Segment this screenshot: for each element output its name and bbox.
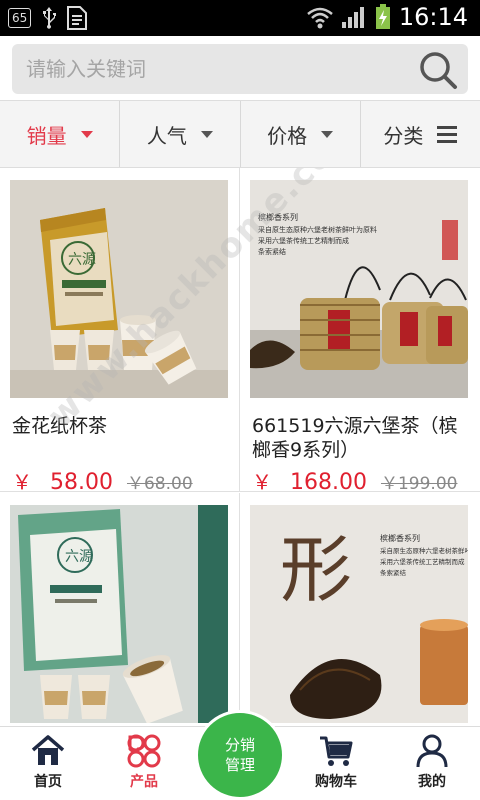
center-button-line1: 分销 <box>224 736 255 754</box>
price-row: ￥ 168.00 ￥199.00 <box>252 466 457 495</box>
original-price: ￥199.00 <box>380 474 458 494</box>
tab-category-label: 分类 <box>383 123 424 148</box>
nav-cart[interactable]: 购物车 <box>288 733 384 791</box>
status-right: 16:14 <box>307 3 468 31</box>
nav-products-label: 产品 <box>130 774 158 790</box>
product-card[interactable]: 槟榔香系列 采自原生态原种六堡老树茶鲜叶为原料 采用六堡茶传统工艺精制而成 条索… <box>240 168 480 495</box>
product-card[interactable]: 形 槟榔香系列 采自原生态原种六堡老树茶鲜叶为原料 采用六堡茶传统工艺精制而成 … <box>240 493 480 724</box>
tab-category[interactable]: 分类 <box>361 101 480 167</box>
search-box[interactable] <box>12 44 468 94</box>
tab-popularity[interactable]: 人气 <box>120 101 241 167</box>
original-price: ￥68.00 <box>126 474 193 494</box>
tab-popularity-label: 人气 <box>146 123 187 148</box>
tab-sales-label: 销量 <box>26 123 67 148</box>
price-row: ￥ 58.00 ￥68.00 <box>12 466 193 495</box>
product-card[interactable]: 六源 <box>0 493 240 724</box>
tab-price[interactable]: 价格 <box>241 101 361 167</box>
clock: 16:14 <box>398 3 468 31</box>
nav-mine-label: 我的 <box>418 774 446 790</box>
brand-text-2: 六源 <box>65 549 93 565</box>
image-desc-text: 采自原生态原种六堡老树茶鲜叶为原料 <box>258 225 377 234</box>
usb-icon <box>43 7 57 29</box>
search-input[interactable] <box>26 44 406 94</box>
battery-charging-icon <box>375 4 390 29</box>
brand-text: 六源 <box>68 252 96 268</box>
home-icon <box>31 735 65 765</box>
product-image[interactable]: 形 槟榔香系列 采自原生态原种六堡老树茶鲜叶为原料 采用六堡茶传统工艺精制而成 … <box>250 505 468 723</box>
wifi-icon <box>307 7 333 29</box>
signal-icon <box>341 7 364 28</box>
products-grid-icon <box>127 734 161 768</box>
image-desc-text-6: 条索紧结 <box>380 568 407 577</box>
status-bar: 65 16:14 <box>0 0 480 36</box>
currency-symbol: ￥ <box>12 470 32 494</box>
user-icon <box>416 734 448 768</box>
nav-cart-label: 购物车 <box>315 774 357 790</box>
menu-icon <box>437 125 458 143</box>
product-image[interactable]: 槟榔香系列 采自原生态原种六堡老树茶鲜叶为原料 采用六堡茶传统工艺精制而成 条索… <box>250 180 468 398</box>
calligraphy-text: 形 <box>280 528 352 612</box>
product-price: 168.00 <box>290 470 367 495</box>
currency-symbol: ￥ <box>252 470 272 494</box>
product-image[interactable]: 六源 <box>10 180 228 398</box>
dropdown-arrow-icon <box>200 130 213 138</box>
dropdown-arrow-icon <box>321 130 334 138</box>
search-icon[interactable] <box>418 50 458 90</box>
document-icon <box>67 6 88 30</box>
nav-home[interactable]: 首页 <box>0 733 96 791</box>
status-left: 65 <box>8 6 88 30</box>
product-card[interactable]: 六源 金花纸杯茶 ￥ 58.00 ￥68.00 <box>0 168 240 495</box>
notification-badge: 65 <box>8 8 32 28</box>
product-image[interactable]: 六源 <box>10 505 228 723</box>
nav-mine[interactable]: 我的 <box>384 733 480 791</box>
search-bar <box>0 36 480 100</box>
product-price: 58.00 <box>50 470 113 495</box>
image-desc-text-4: 采自原生态原种六堡老树茶鲜叶为原料 <box>380 546 468 555</box>
image-desc-text-3: 条索紧结 <box>258 247 286 256</box>
tab-sales[interactable]: 销量 <box>0 101 121 167</box>
center-button-line2: 管理 <box>224 756 255 774</box>
nav-home-label: 首页 <box>34 774 62 790</box>
product-name[interactable]: 661519六源六堡茶（槟榔香9系列） <box>252 414 468 462</box>
dropdown-arrow-icon <box>80 130 93 138</box>
product-grid: 六源 金花纸杯茶 ￥ 58.00 ￥68.00 槟榔香系列 采自原生态原种六堡老… <box>0 168 480 724</box>
product-name[interactable]: 金花纸杯茶 <box>12 414 228 438</box>
distribution-management-button[interactable]: 分销 管理 <box>195 710 285 800</box>
cart-icon <box>320 736 353 766</box>
sort-bar: 销量 人气 价格 分类 <box>0 100 480 168</box>
tab-price-label: 价格 <box>267 123 308 148</box>
nav-products[interactable]: 产品 <box>96 733 192 791</box>
image-desc-text-5: 采用六堡茶传统工艺精制而成 <box>380 557 465 566</box>
image-series-text-2: 槟榔香系列 <box>380 533 420 543</box>
image-desc-text-2: 采用六堡茶传统工艺精制而成 <box>258 236 349 245</box>
image-series-text: 槟榔香系列 <box>258 212 298 222</box>
